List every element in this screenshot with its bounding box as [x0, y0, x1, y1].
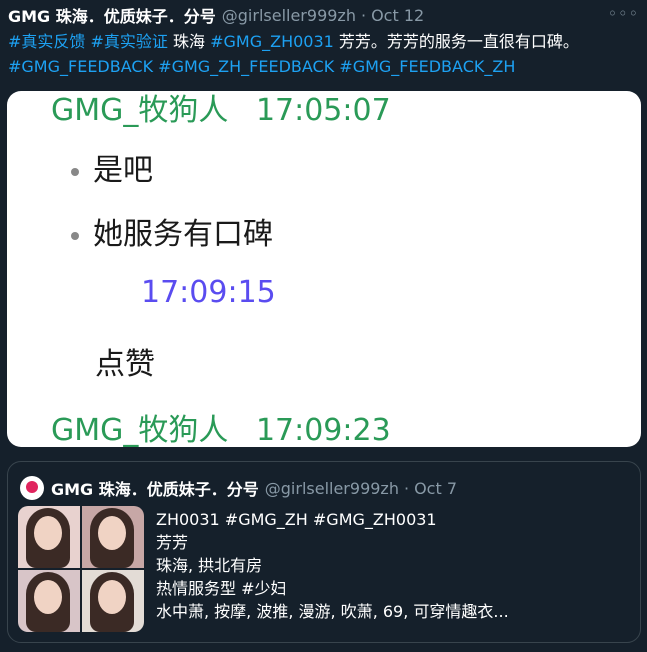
photo-thumbnail[interactable]	[18, 506, 80, 568]
hashtag-link[interactable]: #真实验证	[91, 32, 168, 51]
author-handle[interactable]: @girlseller999zh	[222, 6, 356, 25]
hashtag-link[interactable]: #GMG_FEEDBACK_ZH	[339, 57, 515, 76]
bullet-icon	[71, 231, 79, 240]
quoted-tweet-date: Oct 7	[414, 478, 457, 498]
separator-dot: ·	[360, 5, 367, 25]
quoted-line: 芳芳	[156, 533, 189, 552]
chat-message: 她服务有口碑	[71, 209, 273, 253]
chat-sender: GMG_牧狗人	[51, 413, 229, 447]
chat-screenshot: GMG_牧狗人 17:05:07 是吧 她服务有口碑 17:09:15 点赞 G…	[7, 91, 641, 447]
tweet-date[interactable]: Oct 12	[371, 6, 424, 25]
quoted-line: 珠海, 拱北有房	[156, 556, 263, 575]
quoted-media-grid[interactable]	[18, 506, 144, 632]
hashtag-link[interactable]: #GMG_FEEDBACK	[8, 57, 153, 76]
photo-thumbnail[interactable]	[82, 506, 144, 568]
chat-header-line: GMG_牧狗人 17:05:07	[51, 91, 391, 129]
tweet-header: GMG 珠海．优质妹子．分号 @girlseller999zh · Oct 12…	[8, 4, 639, 26]
chat-message-text: 是吧	[93, 153, 153, 188]
chat-sender: GMG_牧狗人	[51, 93, 229, 128]
more-horizontal-icon[interactable]: ◦◦◦	[608, 4, 639, 23]
tweet-text: #真实反馈 #真实验证 珠海 #GMG_ZH0031 芳芳。芳芳的服务一直很有口…	[8, 29, 638, 79]
chat-message-text: 点赞	[95, 347, 155, 382]
quoted-tweet-text: ZH0031 #GMG_ZH #GMG_ZH0031 芳芳 珠海, 拱北有房 热…	[156, 508, 509, 623]
hashtag-link[interactable]: #GMG_ZH_FEEDBACK	[158, 57, 334, 76]
chat-message-text: 她服务有口碑	[93, 217, 273, 252]
author-name[interactable]: GMG 珠海．优质妹子．分号	[8, 3, 216, 27]
quoted-author-handle: @girlseller999zh	[264, 478, 399, 498]
chat-message: 是吧	[71, 145, 153, 189]
quoted-tweet-header: GMG 珠海．优质妹子．分号 @girlseller999zh · Oct 7	[20, 476, 457, 500]
quoted-line: 水中萧, 按摩, 波推, 漫游, 吹萧, 69, 可穿情趣衣...	[156, 602, 509, 621]
tweet-text-segment: 珠海	[167, 32, 211, 51]
chat-time: 17:09:23	[255, 413, 391, 447]
chat-header-line: GMG_牧狗人 17:09:23	[51, 405, 391, 447]
chat-time: 17:05:07	[255, 93, 391, 128]
photo-thumbnail[interactable]	[82, 570, 144, 632]
quoted-tweet[interactable]: GMG 珠海．优质妹子．分号 @girlseller999zh · Oct 7 …	[7, 461, 641, 643]
hashtag-link[interactable]: #GMG_ZH0031	[210, 32, 334, 51]
chat-time: 17:09:15	[141, 275, 276, 310]
tweet-media-image[interactable]: GMG_牧狗人 17:05:07 是吧 她服务有口碑 17:09:15 点赞 G…	[7, 91, 641, 447]
separator-dot: ·	[403, 478, 410, 498]
quoted-line: 热情服务型 #少妇	[156, 579, 287, 598]
tweet-text-segment: 芳芳。芳芳的服务一直很有口碑。	[333, 32, 579, 51]
brand-logo-icon[interactable]	[20, 476, 44, 500]
hashtag-link[interactable]: #真实反馈	[8, 32, 85, 51]
quoted-line: ZH0031 #GMG_ZH #GMG_ZH0031	[156, 510, 437, 529]
bullet-icon	[71, 167, 79, 176]
photo-thumbnail[interactable]	[18, 570, 80, 632]
quoted-author-name: GMG 珠海．优质妹子．分号	[51, 480, 259, 499]
